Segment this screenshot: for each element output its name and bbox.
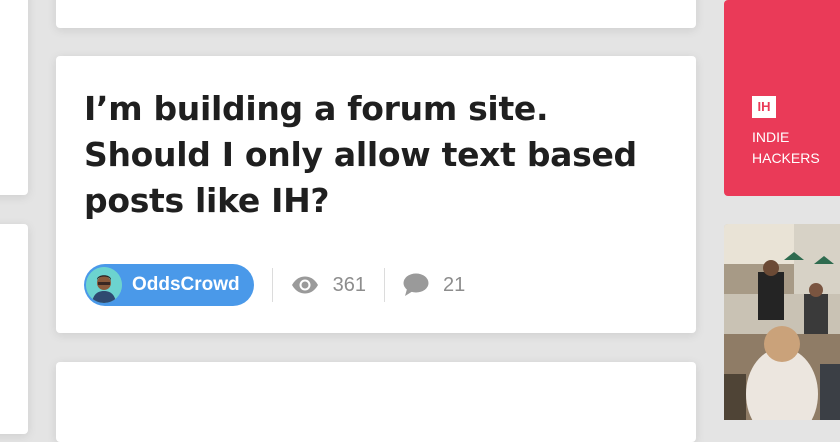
comments-count: 21 (443, 273, 466, 296)
views-count: 361 (332, 273, 367, 296)
promo-photo[interactable] (724, 224, 840, 420)
author-badge[interactable]: OddsCrowd (84, 264, 254, 306)
comments-stat[interactable]: 21 (403, 273, 465, 297)
author-avatar (86, 267, 122, 303)
eye-icon (291, 276, 319, 294)
next-post-card[interactable] (56, 362, 696, 442)
indie-hackers-promo[interactable]: IH INDIE HACKERS (724, 0, 840, 196)
brand-line-1: INDIE (752, 129, 790, 145)
ih-logo: IH (752, 96, 776, 118)
post-card[interactable]: I’m building a forum site. Should I only… (56, 56, 696, 333)
previous-post-card[interactable] (56, 0, 696, 28)
views-stat: 361 (291, 274, 366, 297)
post-meta: OddsCrowd 361 21 (84, 264, 465, 306)
meta-divider (384, 268, 386, 302)
comment-icon (403, 273, 429, 297)
post-title[interactable]: I’m building a forum site. Should I only… (84, 86, 674, 224)
left-partial-card (0, 0, 28, 195)
left-partial-card (0, 224, 28, 434)
author-name: OddsCrowd (132, 274, 240, 295)
brand-line-2: HACKERS (752, 150, 820, 166)
meta-divider (271, 268, 273, 302)
